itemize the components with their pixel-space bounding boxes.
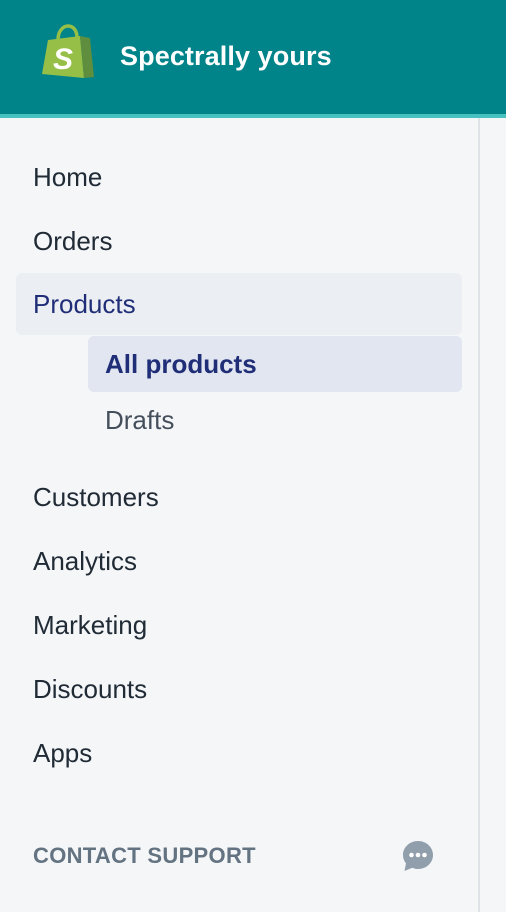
nav-item-marketing[interactable]: Marketing bbox=[16, 594, 462, 656]
nav-item-customers[interactable]: Customers bbox=[16, 466, 462, 528]
subnav-item-all-products[interactable]: All products bbox=[88, 336, 462, 392]
svg-text:S: S bbox=[53, 43, 73, 76]
shopify-bag-icon[interactable]: S bbox=[40, 24, 96, 82]
contact-support-label[interactable]: CONTACT SUPPORT bbox=[33, 838, 256, 874]
store-name[interactable]: Spectrally yours bbox=[120, 38, 332, 74]
admin-app: S Spectrally yours Home Orders Products … bbox=[0, 0, 506, 912]
nav-item-apps[interactable]: Apps bbox=[16, 722, 462, 784]
top-bar: S Spectrally yours bbox=[0, 0, 506, 118]
nav-item-products[interactable]: Products bbox=[16, 273, 462, 335]
chat-bubble-icon[interactable] bbox=[400, 838, 436, 874]
nav-item-home[interactable]: Home bbox=[16, 146, 462, 208]
nav-item-analytics[interactable]: Analytics bbox=[16, 530, 462, 592]
nav-item-orders[interactable]: Orders bbox=[16, 210, 462, 272]
subnav-item-drafts[interactable]: Drafts bbox=[88, 392, 462, 448]
nav-item-discounts[interactable]: Discounts bbox=[16, 658, 462, 720]
sidebar-divider bbox=[478, 118, 480, 912]
